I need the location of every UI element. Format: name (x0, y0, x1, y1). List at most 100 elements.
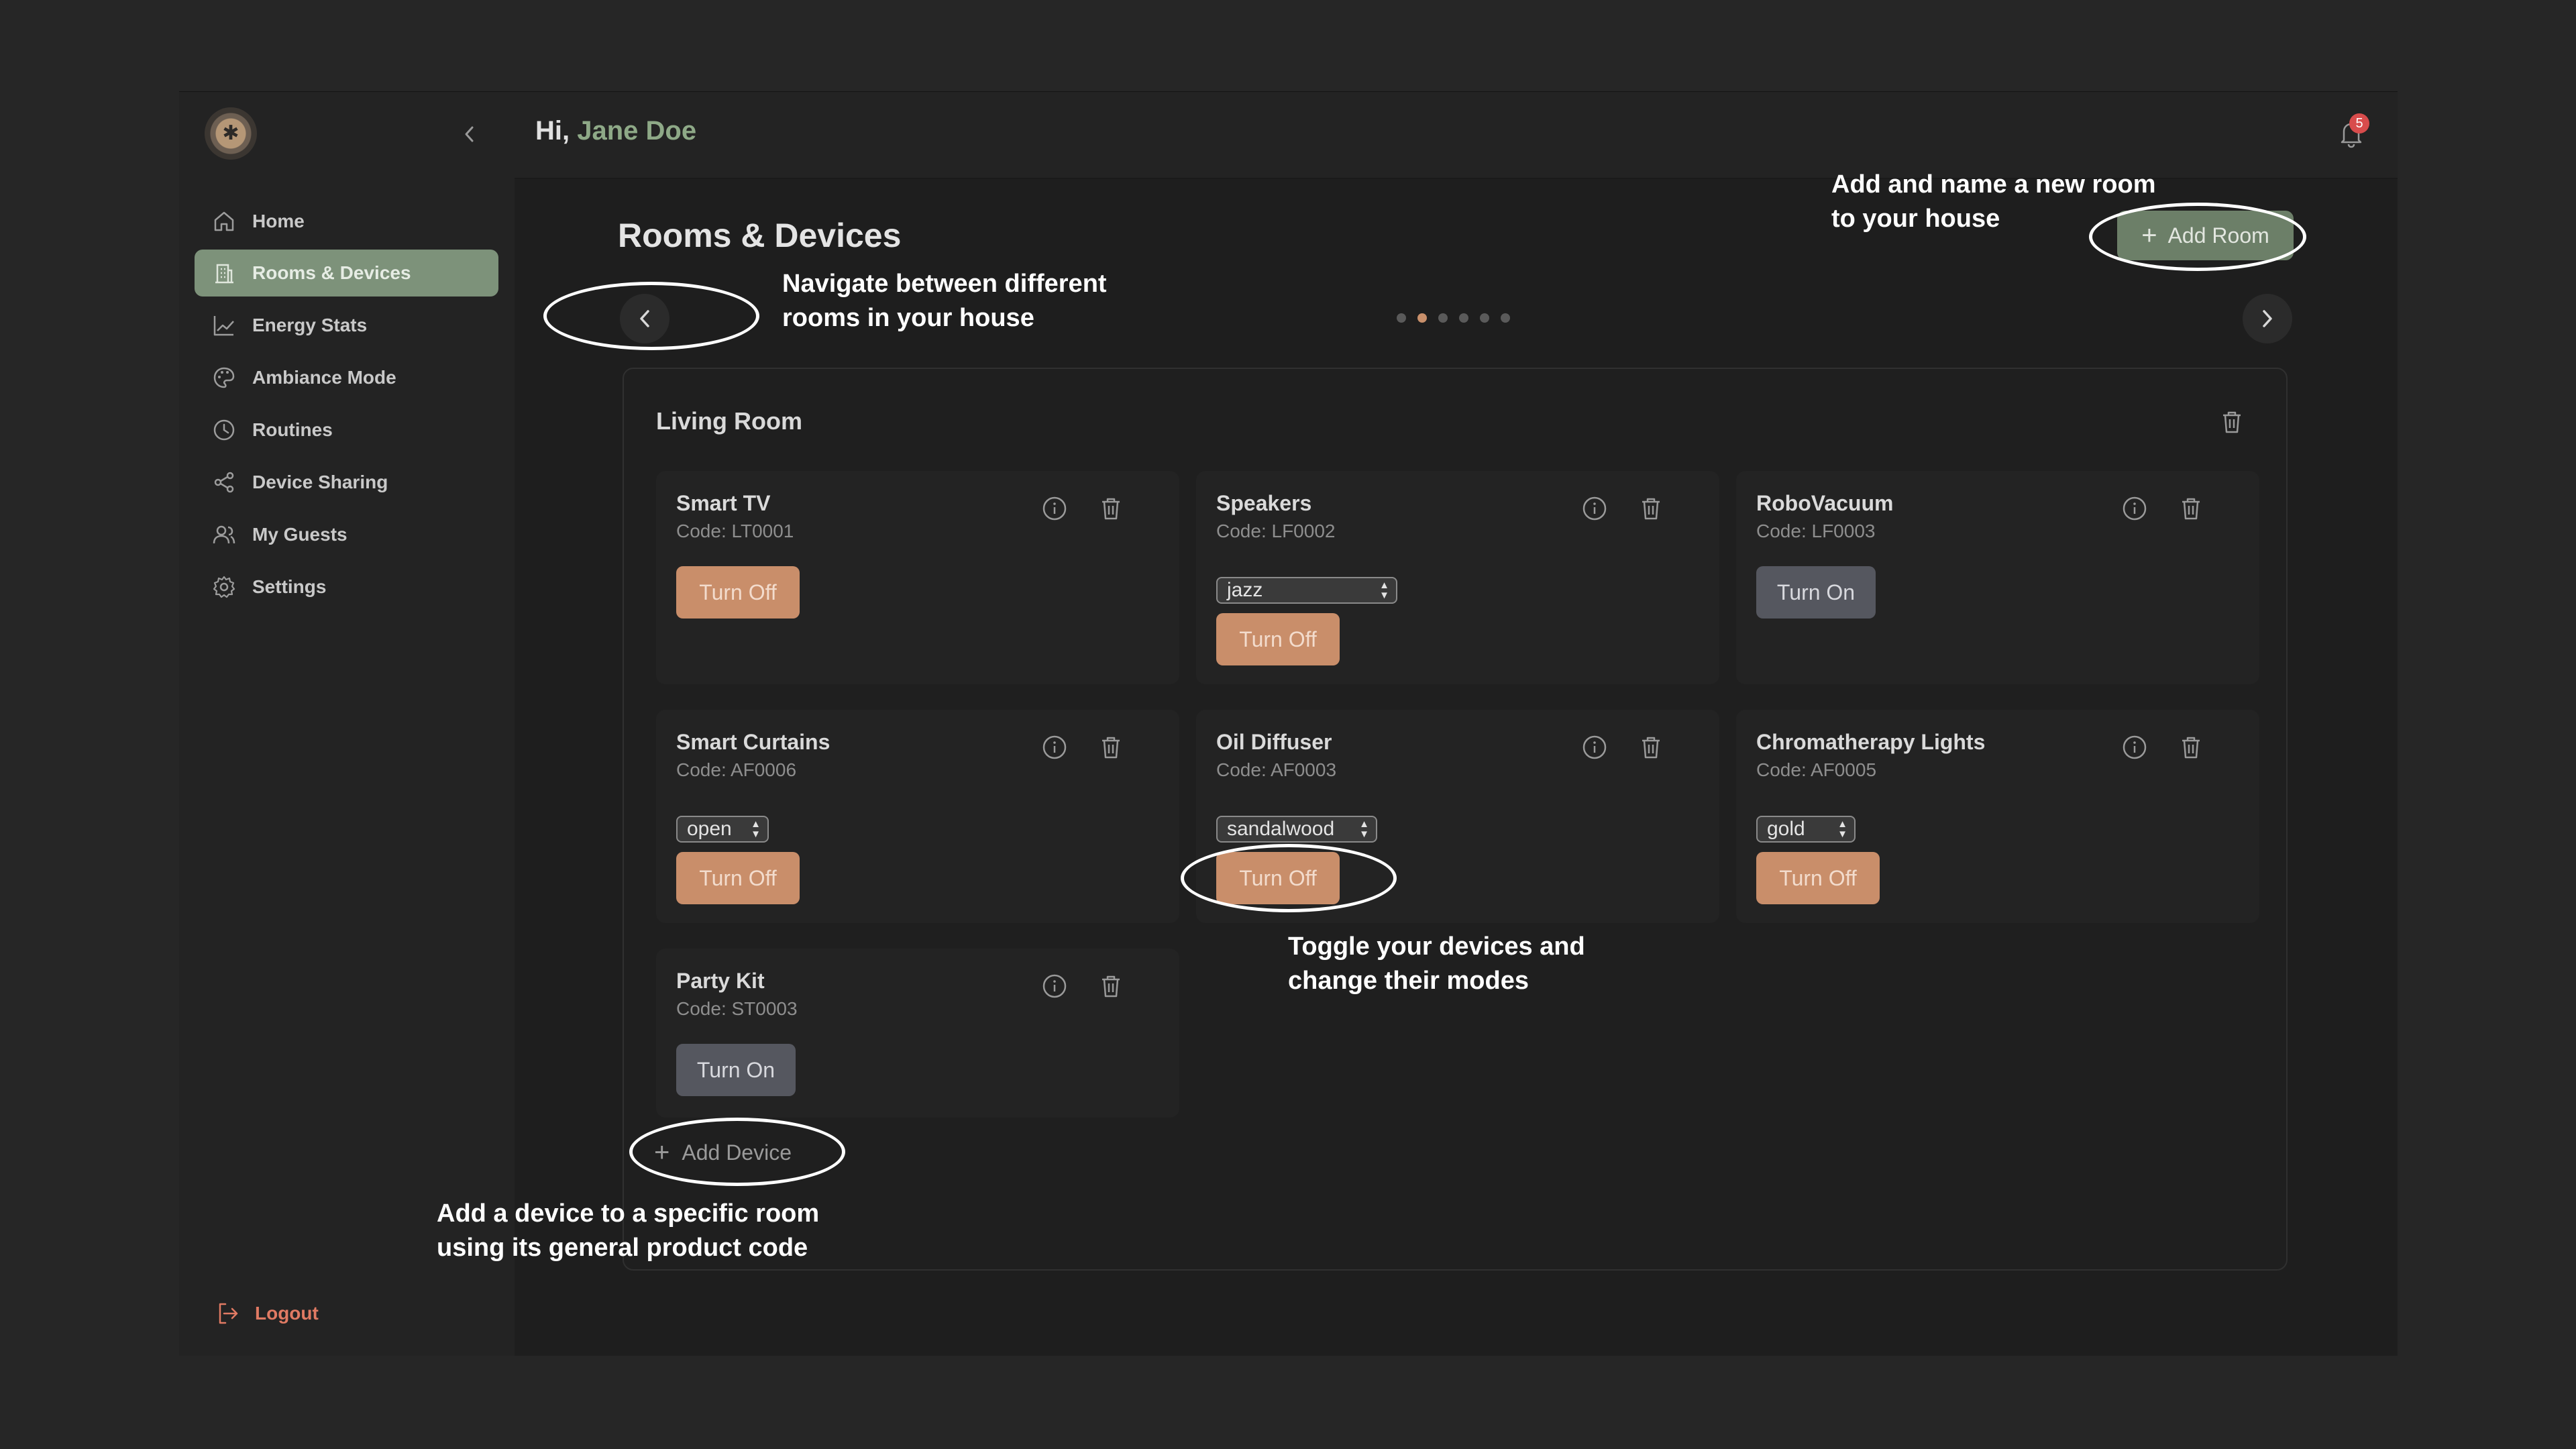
toggle-button[interactable]: Turn On (676, 1044, 796, 1096)
device-name: Smart TV (676, 491, 771, 515)
device-code: Code: AF0006 (676, 759, 797, 780)
device-card-party-kit: Party Kit Code: ST0003 Turn On (656, 949, 1179, 1118)
chevron-right-icon (2263, 310, 2272, 327)
device-card-speakers: Speakers Code: LF0002 jazz ▲ ▼ Turn Off (1196, 471, 1719, 684)
annotation-line: rooms in your house (782, 304, 1034, 332)
device-name: Smart Curtains (676, 730, 830, 754)
annotation-ellipse-toggle (1181, 844, 1397, 912)
carousel-dot[interactable] (1501, 313, 1510, 323)
gear-icon (213, 576, 235, 598)
greeting: Hi, Jane Doe (535, 116, 696, 146)
toggle-button[interactable]: Turn On (1756, 566, 1876, 619)
mode-value: open (687, 818, 732, 840)
room-name: Living Room (656, 407, 802, 435)
carousel-dots (1397, 313, 1510, 323)
annotation-line: change their modes (1288, 967, 1529, 995)
select-arrows-icon: ▲ ▼ (1837, 818, 1847, 840)
device-card-robovacuum: RoboVacuum Code: LF0003 Turn On (1736, 471, 2259, 684)
mode-value: sandalwood (1227, 818, 1335, 840)
trash-icon (2223, 411, 2241, 433)
sidebar-item-routines[interactable]: Routines (195, 407, 498, 453)
mode-select[interactable]: gold ▲ ▼ (1756, 816, 1856, 843)
select-arrows-icon: ▲ ▼ (1379, 580, 1389, 601)
info-icon[interactable] (2120, 733, 2149, 762)
sidebar-item-label: Home (252, 211, 305, 231)
sidebar-item-home[interactable]: Home (195, 198, 498, 245)
device-card-smart-curtains: Smart Curtains Code: AF0006 open ▲ ▼ Turn … (656, 710, 1179, 923)
trash-icon[interactable] (1096, 971, 1126, 1001)
clock-icon (213, 419, 235, 441)
carousel-dot[interactable] (1397, 313, 1406, 323)
annotation-line: to your house (1831, 205, 2000, 233)
info-icon[interactable] (1040, 971, 1069, 1001)
users-icon (213, 525, 235, 544)
device-code: Code: AF0005 (1756, 759, 1877, 780)
annotation-line: Toggle your devices and (1288, 932, 1585, 961)
logout-button[interactable]: Logout (215, 1297, 319, 1330)
sidebar-item-label: Energy Stats (252, 315, 368, 335)
info-icon[interactable] (1580, 494, 1609, 523)
sidebar-item-label: Device Sharing (252, 472, 388, 492)
sidebar-item-rooms-devices[interactable]: Rooms & Devices (195, 250, 498, 297)
carousel-dot[interactable] (1480, 313, 1489, 323)
device-code: Code: LF0002 (1216, 521, 1336, 541)
info-icon[interactable] (1580, 733, 1609, 762)
sidebar-item-label: Settings (252, 576, 327, 597)
user-name: Jane Doe (577, 116, 697, 146)
delete-room-button[interactable] (2216, 407, 2247, 437)
carousel-dot[interactable] (1438, 313, 1448, 323)
sidebar-item-device-sharing[interactable]: Device Sharing (195, 459, 498, 506)
toggle-button[interactable]: Turn Off (676, 566, 800, 619)
sidebar-item-settings[interactable]: Settings (195, 564, 498, 610)
notification-badge: 5 (2349, 113, 2369, 133)
trash-icon[interactable] (2176, 494, 2206, 523)
trash-icon[interactable] (2176, 733, 2206, 762)
app-logo (205, 107, 257, 160)
header-bar (515, 92, 2398, 179)
sidebar-item-ambiance-mode[interactable]: Ambiance Mode (195, 354, 498, 401)
sidebar-item-label: Rooms & Devices (252, 262, 411, 283)
carousel-dot[interactable] (1417, 313, 1427, 323)
toggle-button[interactable]: Turn Off (1216, 613, 1340, 665)
info-icon[interactable] (2120, 494, 2149, 523)
next-room-button[interactable] (2243, 294, 2292, 343)
palette-icon (213, 367, 235, 388)
device-code: Code: ST0003 (676, 998, 798, 1019)
collapse-sidebar-button[interactable] (456, 121, 483, 148)
select-arrows-icon: ▲ ▼ (751, 818, 761, 840)
carousel-dot[interactable] (1459, 313, 1468, 323)
info-icon[interactable] (1040, 494, 1069, 523)
chevron-left-icon (465, 126, 474, 142)
device-name: Chromatherapy Lights (1756, 730, 1986, 754)
logout-icon (219, 1303, 238, 1324)
annotation-navigate: Navigate between different rooms in your … (782, 267, 1107, 335)
page-title: Rooms & Devices (618, 217, 902, 254)
annotation-line: Add a device to a specific room (437, 1199, 820, 1228)
device-name: Speakers (1216, 491, 1312, 515)
annotation-add-device: Add a device to a specific room using its… (437, 1197, 819, 1265)
info-icon[interactable] (1040, 733, 1069, 762)
mode-select[interactable]: jazz ▲ ▼ (1216, 577, 1397, 604)
mode-select[interactable]: open ▲ ▼ (676, 816, 769, 843)
toggle-button[interactable]: Turn Off (676, 852, 800, 904)
device-name: Party Kit (676, 969, 765, 993)
sidebar-item-my-guests[interactable]: My Guests (195, 511, 498, 558)
select-arrows-icon: ▲ ▼ (1359, 818, 1369, 840)
share-icon (214, 472, 234, 493)
annotation-line: using its general product code (437, 1234, 808, 1262)
trash-icon[interactable] (1096, 494, 1126, 523)
sidebar-item-energy-stats[interactable]: Energy Stats (195, 302, 498, 349)
device-code: Code: AF0003 (1216, 759, 1337, 780)
trash-icon[interactable] (1636, 733, 1666, 762)
trash-icon[interactable] (1636, 494, 1666, 523)
sidebar-item-label: Routines (252, 419, 333, 440)
chart-line-icon (213, 316, 234, 336)
toggle-button[interactable]: Turn Off (1756, 852, 1880, 904)
annotation-line: Navigate between different (782, 270, 1107, 298)
building-icon (215, 264, 233, 284)
sidebar-item-label: My Guests (252, 524, 347, 545)
greeting-prefix: Hi, (535, 116, 570, 146)
trash-icon[interactable] (1096, 733, 1126, 762)
device-card-smart-tv: Smart TV Code: LT0001 Turn Off (656, 471, 1179, 684)
mode-select[interactable]: sandalwood ▲ ▼ (1216, 816, 1377, 843)
